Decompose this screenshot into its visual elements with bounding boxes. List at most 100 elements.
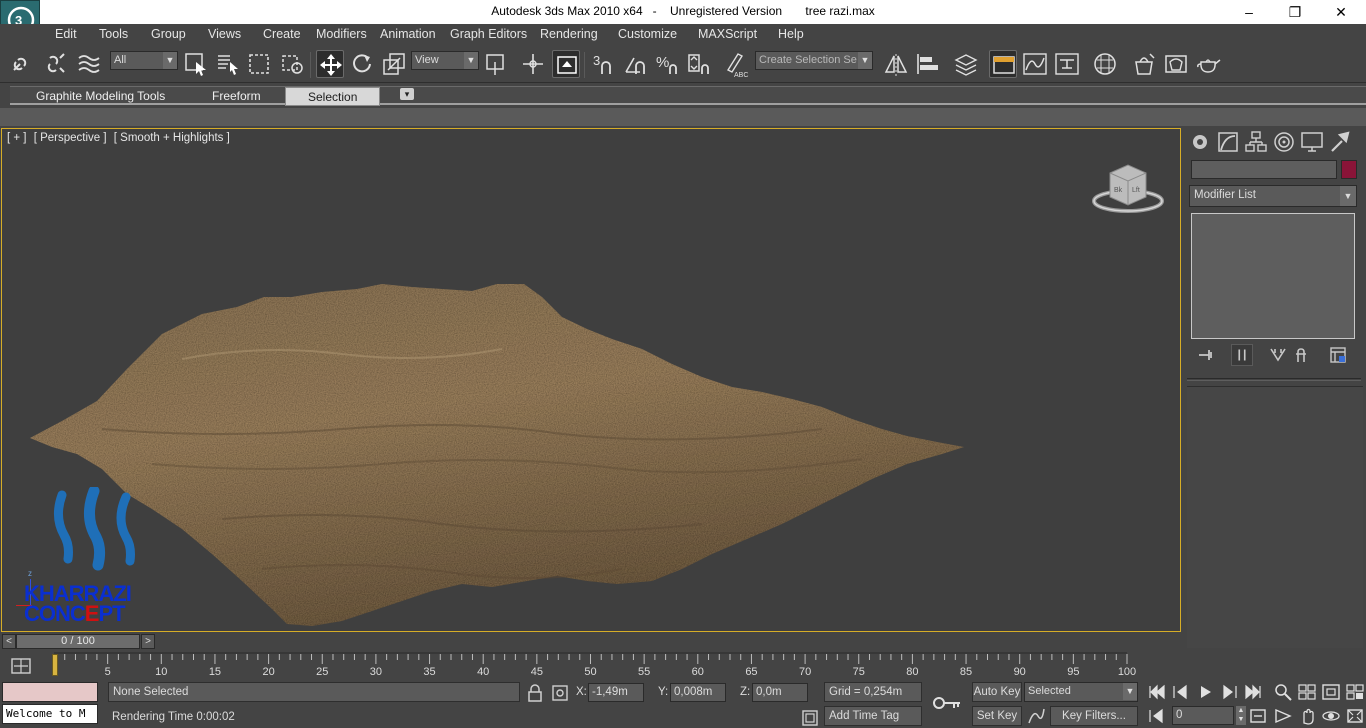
zoom-extents-icon[interactable]	[1320, 682, 1342, 702]
maximize-button[interactable]: ❐	[1272, 0, 1318, 24]
next-frame-icon[interactable]	[1218, 682, 1240, 702]
object-name-field[interactable]	[1191, 160, 1337, 179]
set-key-icon[interactable]	[932, 694, 962, 712]
modifier-list-dropdown[interactable]: Modifier List ▼	[1189, 185, 1357, 207]
zoom-extents-all-icon[interactable]	[1344, 682, 1366, 702]
time-tag-icon[interactable]	[800, 708, 820, 728]
close-button[interactable]: ✕	[1318, 0, 1364, 24]
select-and-rotate-button[interactable]	[348, 50, 376, 78]
select-and-move-button[interactable]	[316, 50, 344, 78]
select-object-button[interactable]	[182, 50, 210, 78]
show-end-result-icon[interactable]	[1231, 344, 1253, 366]
open-mini-curve-editor-icon[interactable]	[10, 656, 32, 676]
keyboard-shortcut-override-button[interactable]	[552, 50, 580, 78]
modifier-stack[interactable]	[1191, 213, 1355, 339]
maximize-viewport-icon[interactable]	[1344, 706, 1366, 726]
time-slider-thumb[interactable]: 0 / 100	[16, 634, 140, 649]
menu-views[interactable]: Views	[208, 27, 241, 41]
utilities-tab-icon[interactable]	[1327, 130, 1353, 154]
play-icon[interactable]	[1194, 682, 1216, 702]
unlink-selection-button[interactable]	[42, 50, 70, 78]
menu-create[interactable]: Create	[263, 27, 301, 41]
y-coordinate-field[interactable]: 0,008m	[670, 683, 726, 702]
menu-customize[interactable]: Customize	[618, 27, 677, 41]
go-to-end-icon[interactable]	[1242, 682, 1264, 702]
reference-coordinate-dropdown[interactable]: View ▼	[411, 51, 479, 70]
set-key-button[interactable]: Set Key	[972, 706, 1022, 726]
tab-freeform[interactable]: Freeform	[212, 89, 261, 103]
time-configuration-icon[interactable]	[1248, 706, 1270, 726]
orbit-icon[interactable]	[1320, 706, 1342, 726]
pin-stack-icon[interactable]	[1195, 344, 1217, 366]
graphite-ribbon-toggle-button[interactable]	[989, 50, 1017, 78]
field-of-view-icon[interactable]	[1272, 706, 1294, 726]
maxscript-listener-input[interactable]	[2, 682, 98, 702]
viewcube-left-face[interactable]: Lft	[1132, 187, 1140, 194]
curve-editor-button[interactable]	[1021, 50, 1049, 78]
render-production-button[interactable]	[1194, 50, 1222, 78]
key-mode-dropdown[interactable]: Selected ▼	[1024, 682, 1138, 702]
select-and-manipulate-button[interactable]	[519, 50, 547, 78]
menu-modifiers[interactable]: Modifiers	[316, 27, 367, 41]
rectangular-selection-button[interactable]	[246, 50, 274, 78]
menu-maxscript[interactable]: MAXScript	[698, 27, 757, 41]
x-coordinate-field[interactable]: -1,49m	[588, 683, 644, 702]
zoom-all-icon[interactable]	[1296, 682, 1318, 702]
time-slider-prev-button[interactable]: <	[2, 634, 16, 649]
absolute-offset-mode-icon[interactable]	[550, 683, 570, 703]
selection-lock-icon[interactable]	[525, 683, 545, 703]
menu-rendering[interactable]: Rendering	[540, 27, 598, 41]
menu-graph-editors[interactable]: Graph Editors	[450, 27, 527, 41]
hierarchy-tab-icon[interactable]	[1243, 130, 1269, 154]
maxscript-listener-output[interactable]: Welcome to M	[2, 704, 98, 724]
configure-modifier-sets-icon[interactable]	[1327, 344, 1349, 366]
object-color-swatch[interactable]	[1341, 160, 1357, 179]
create-tab-icon[interactable]	[1187, 130, 1213, 154]
display-tab-icon[interactable]	[1299, 130, 1325, 154]
mirror-button[interactable]	[882, 50, 910, 78]
key-filters-button[interactable]: Key Filters...	[1050, 706, 1138, 726]
frame-spinner[interactable]: ▲ ▼	[1236, 706, 1246, 725]
align-button[interactable]	[914, 50, 942, 78]
viewcube-navigator[interactable]: Bk Lft	[1090, 159, 1166, 215]
layer-manager-button[interactable]	[952, 50, 980, 78]
menu-tools[interactable]: Tools	[99, 27, 128, 41]
previous-frame-icon[interactable]	[1170, 682, 1192, 702]
add-time-tag-button[interactable]: Add Time Tag	[824, 706, 922, 726]
window-crossing-button[interactable]	[279, 50, 307, 78]
zoom-icon[interactable]	[1272, 682, 1294, 702]
angle-snap-toggle-button[interactable]	[622, 50, 650, 78]
schematic-view-button[interactable]	[1053, 50, 1081, 78]
frame-ruler[interactable]: 5 10 15 20 25 30 35 40 45 50 55 60 65 70 75 80 85 90 95 100	[54, 652, 1144, 680]
select-by-name-button[interactable]	[214, 50, 242, 78]
named-selection-sets-dropdown[interactable]: Create Selection Se ▼	[755, 51, 873, 70]
default-in-out-tangent-icon[interactable]	[1026, 706, 1046, 726]
current-frame-marker[interactable]	[52, 654, 58, 676]
spinner-snap-toggle-button[interactable]	[686, 50, 714, 78]
motion-tab-icon[interactable]	[1271, 130, 1297, 154]
perspective-viewport[interactable]: [ + ] [ Perspective ] [ Smooth + Highlig…	[1, 128, 1181, 632]
render-setup-button[interactable]	[1130, 50, 1158, 78]
select-and-scale-button[interactable]	[380, 50, 408, 78]
make-unique-icon[interactable]	[1267, 344, 1289, 366]
viewcube-back-face[interactable]: Bk	[1114, 187, 1123, 194]
minimize-button[interactable]: –	[1226, 0, 1272, 24]
current-frame-field[interactable]: 0	[1172, 706, 1234, 725]
material-editor-button[interactable]	[1091, 50, 1119, 78]
modify-tab-icon[interactable]	[1215, 130, 1241, 154]
snaps-toggle-button[interactable]: 3	[590, 50, 618, 78]
menu-animation[interactable]: Animation	[380, 27, 436, 41]
go-to-start-icon[interactable]	[1146, 682, 1168, 702]
time-slider-next-button[interactable]: >	[141, 634, 155, 649]
key-mode-toggle-icon[interactable]	[1146, 706, 1168, 726]
menu-group[interactable]: Group	[151, 27, 186, 41]
ribbon-minimize-toggle[interactable]: ▾	[400, 88, 414, 100]
auto-key-button[interactable]: Auto Key	[972, 682, 1022, 702]
menu-edit[interactable]: Edit	[55, 27, 77, 41]
percent-snap-toggle-button[interactable]: %	[654, 50, 682, 78]
select-and-link-button[interactable]	[8, 50, 36, 78]
tab-selection[interactable]: Selection	[285, 87, 381, 106]
menu-help[interactable]: Help	[778, 27, 804, 41]
pan-view-icon[interactable]	[1296, 706, 1318, 726]
tab-graphite-modeling-tools[interactable]: Graphite Modeling Tools	[36, 89, 165, 103]
